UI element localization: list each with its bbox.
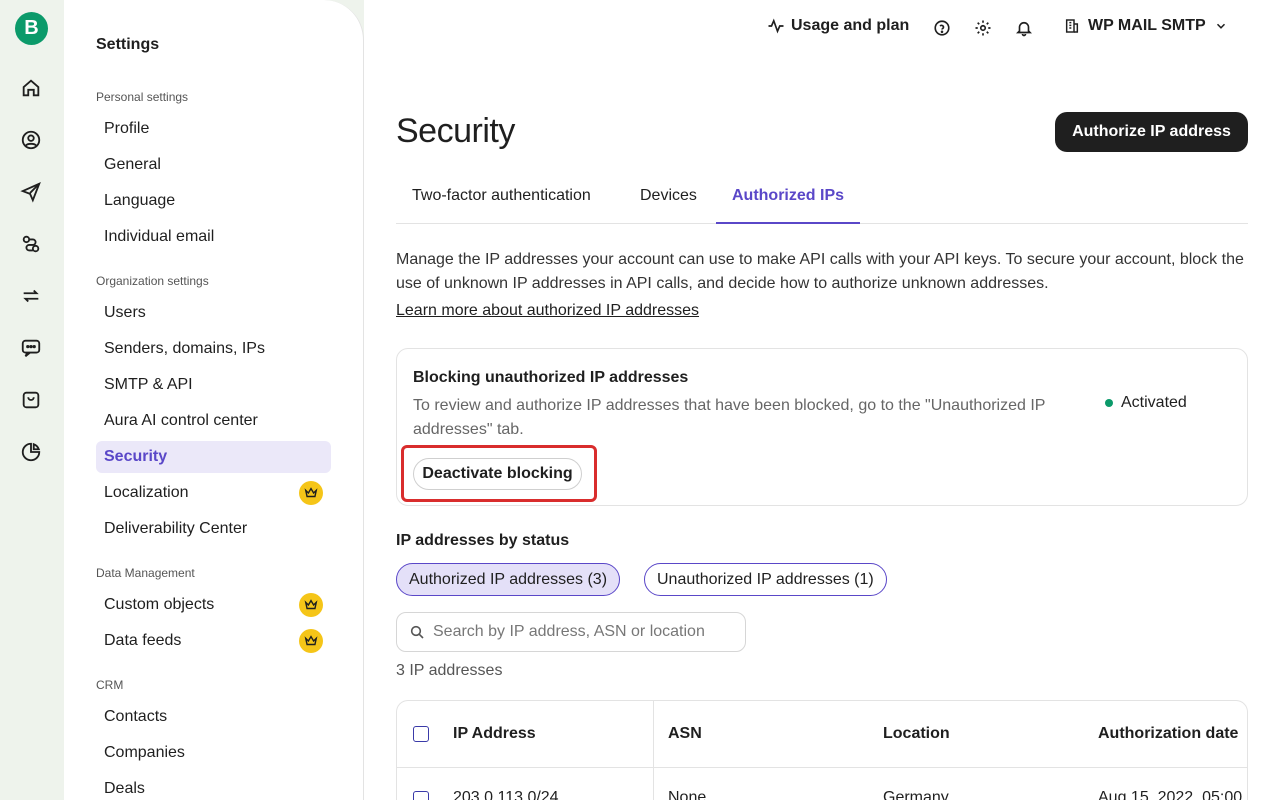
sidebar-item-individual-email[interactable]: Individual email (96, 221, 331, 253)
sidebar-item-general[interactable]: General (96, 149, 331, 181)
top-bar: Usage and plan WP MAIL SMTP (364, 0, 1280, 56)
column-header-ip[interactable]: IP Address (453, 701, 536, 767)
status-badge: Activated (1105, 394, 1187, 412)
sidebar-item-custom-objects[interactable]: Custom objects (96, 589, 331, 621)
sidebar-item-contacts[interactable]: Contacts (96, 701, 331, 733)
bell-icon[interactable] (1013, 17, 1035, 39)
reports-icon[interactable] (19, 440, 43, 464)
cell-asn: None (668, 789, 707, 800)
sidebar-item-profile[interactable]: Profile (96, 113, 331, 145)
sidebar-item-localization[interactable]: Localization (96, 477, 331, 509)
settings-sidebar: Settings Personal settings Profile Gener… (64, 0, 364, 800)
cell-ip: 203.0.113.0/24 (453, 789, 559, 800)
tab-devices[interactable]: Devices (624, 172, 713, 224)
status-dot-icon (1105, 399, 1113, 407)
help-icon[interactable] (931, 17, 953, 39)
org-name: WP MAIL SMTP (1088, 17, 1206, 34)
gear-icon[interactable] (972, 17, 994, 39)
column-header-asn[interactable]: ASN (668, 701, 702, 767)
chevron-down-icon (1216, 23, 1225, 29)
brevo-logo[interactable]: B (15, 12, 48, 45)
blocking-card: Blocking unauthorized IP addresses To re… (396, 348, 1248, 506)
row-checkbox[interactable] (413, 791, 429, 800)
building-icon (1065, 19, 1079, 33)
sidebar-item-deals[interactable]: Deals (96, 773, 331, 800)
crown-icon (299, 593, 323, 617)
sidebar-item-smtp-api[interactable]: SMTP & API (96, 369, 331, 401)
select-all-checkbox[interactable] (413, 726, 429, 742)
conversations-icon[interactable] (19, 284, 43, 308)
tab-authorized-ips[interactable]: Authorized IPs (716, 172, 861, 224)
contacts-icon[interactable] (19, 128, 43, 152)
authorize-ip-button[interactable]: Authorize IP address (1055, 112, 1248, 152)
column-header-location[interactable]: Location (883, 701, 950, 767)
cell-date: Aug 15, 2022, 05:00 (1098, 789, 1243, 800)
crm-label: CRM (96, 678, 124, 692)
ip-table: IP Address ASN Location Authorization da… (396, 700, 1248, 800)
ip-count: 3 IP addresses (396, 662, 503, 679)
sidebar-title: Settings (96, 36, 160, 53)
sidebar-item-companies[interactable]: Companies (96, 737, 331, 769)
column-header-date[interactable]: Authorization date (1098, 701, 1238, 767)
column-divider (653, 701, 654, 800)
chip-unauthorized[interactable]: Unauthorized IP addresses (1) (644, 563, 887, 596)
sidebar-item-label: Data feeds (104, 632, 182, 649)
tab-two-factor[interactable]: Two-factor authentication (396, 172, 607, 224)
activity-icon (768, 18, 784, 34)
shop-icon[interactable] (19, 388, 43, 412)
automation-icon[interactable] (19, 232, 43, 256)
page-title: Security (396, 112, 515, 150)
sidebar-item-data-feeds[interactable]: Data feeds (96, 625, 331, 657)
search-icon (410, 625, 424, 639)
sidebar-item-security[interactable]: Security (96, 441, 331, 473)
send-icon[interactable] (19, 180, 43, 204)
sidebar-item-aura-ai[interactable]: Aura AI control center (96, 405, 331, 437)
sidebar-item-deliverability[interactable]: Deliverability Center (96, 513, 331, 545)
organization-switcher[interactable]: WP MAIL SMTP (1064, 17, 1228, 35)
learn-more-link[interactable]: Learn more about authorized IP addresses (396, 302, 699, 320)
tab-bar: Two-factor authentication Devices Author… (396, 172, 1248, 224)
card-title: Blocking unauthorized IP addresses (413, 369, 689, 386)
status-heading: IP addresses by status (396, 532, 570, 549)
usage-and-plan-button[interactable]: Usage and plan (767, 17, 909, 35)
cell-location: Germany (883, 789, 949, 800)
personal-settings-label: Personal settings (96, 90, 189, 104)
card-text: To review and authorize IP addresses tha… (413, 397, 1046, 438)
deactivate-blocking-button[interactable]: Deactivate blocking (413, 458, 582, 490)
sidebar-item-users[interactable]: Users (96, 297, 331, 329)
sidebar-item-senders[interactable]: Senders, domains, IPs (96, 333, 331, 365)
search-input[interactable] (433, 623, 723, 641)
crown-icon (299, 629, 323, 653)
status-label: Activated (1121, 394, 1187, 411)
sidebar-item-label: Custom objects (104, 596, 215, 613)
organization-settings-label: Organization settings (96, 274, 209, 288)
data-management-label: Data Management (96, 566, 195, 580)
usage-label: Usage and plan (791, 17, 910, 34)
header-divider (397, 767, 1247, 768)
home-icon[interactable] (19, 76, 43, 100)
search-box (396, 612, 746, 652)
page-description: Manage the IP addresses your account can… (396, 251, 1244, 292)
main-content: Usage and plan WP MAIL SMTP Security Aut… (364, 0, 1280, 800)
sidebar-item-language[interactable]: Language (96, 185, 331, 217)
crown-icon (299, 481, 323, 505)
chip-authorized[interactable]: Authorized IP addresses (3) (396, 563, 621, 596)
sidebar-item-label: Localization (104, 484, 189, 501)
icon-rail: B (0, 0, 64, 800)
chat-icon[interactable] (19, 336, 43, 360)
